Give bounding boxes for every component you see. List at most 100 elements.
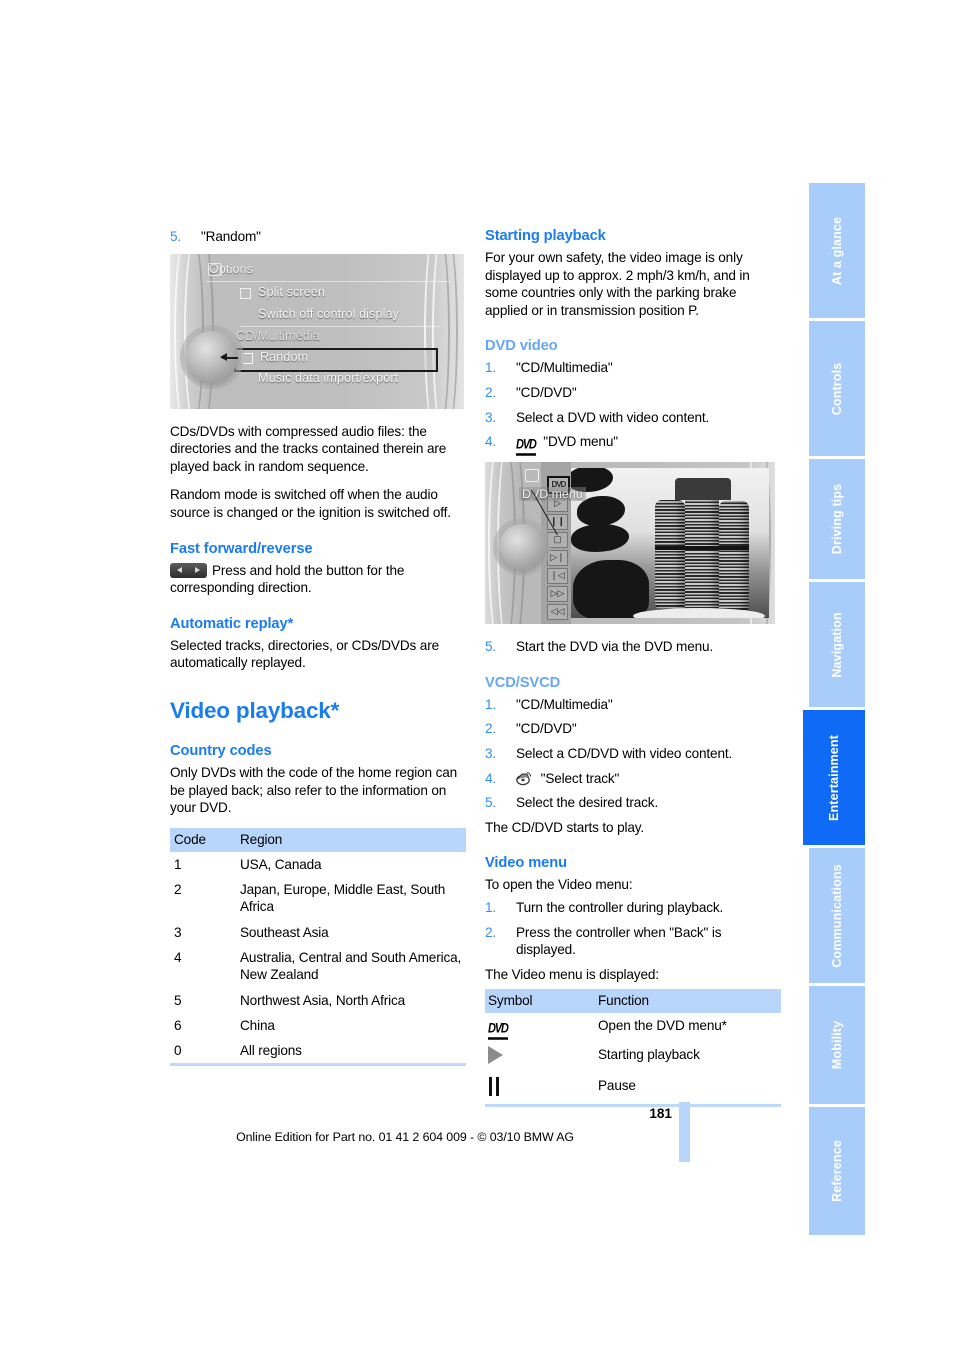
options-item-3[interactable]: Random [260, 350, 308, 364]
tower-base-plaza [633, 608, 765, 619]
dvd-step-1: 1. "CD/Multimedia" [485, 359, 781, 377]
play-icon [488, 1046, 503, 1065]
select-track-icon [516, 771, 533, 786]
random-checkbox[interactable] [242, 352, 253, 364]
table-header-region: Region [240, 827, 466, 852]
cell-code: 2 [174, 882, 182, 898]
dvd-step-4: 4. DVD "DVD menu" [485, 433, 781, 456]
table-row: 2 Japan, Europe, Middle East, South Afric… [170, 877, 466, 920]
table-row: DVD Open the DVD menu* [485, 1013, 781, 1042]
cell-code: 0 [174, 1043, 182, 1059]
paragraph-vcd-closing: The CD/DVD starts to play. [485, 819, 645, 835]
cell-code: 3 [174, 924, 182, 940]
cell-region: Australia, Central and South America, Ne… [240, 949, 462, 983]
foliage-shape [573, 560, 649, 619]
paragraph-open-video-menu: To open the Video menu: [485, 877, 633, 893]
split-screen-checkbox[interactable] [240, 287, 251, 299]
heading-video-playback: Video playback* [170, 697, 340, 723]
video-image-area [571, 468, 769, 619]
cell-symbol [485, 1073, 598, 1106]
callout-arrow [220, 352, 227, 361]
paragraph-fast-forward: Press and hold the button for the corres… [170, 562, 466, 597]
step-text: "CD/DVD" [516, 721, 577, 737]
step-text: Select the desired track. [516, 795, 659, 811]
tab-communications[interactable]: Communications [809, 848, 865, 986]
fast-forward-button[interactable]: ▷▷ [547, 586, 568, 603]
tab-driving-tips[interactable]: Driving tips [809, 459, 865, 582]
step-random: 5. "Random" [170, 228, 466, 246]
video-menu-step-2: 2. Press the controller when "Back" is d… [485, 924, 781, 959]
step-number: 3. [485, 409, 497, 425]
footer: Online Edition for Part no. 01 41 2 604 … [0, 1130, 954, 1144]
previous-track-button[interactable]: ❘◁ [547, 568, 568, 585]
dvd-step-2: 2. "CD/DVD" [485, 384, 781, 402]
cell-symbol: DVD [485, 1013, 598, 1042]
step-text: "CD/Multimedia" [516, 696, 613, 712]
step-number: 1. [485, 360, 497, 376]
table-row: 4 Australia, Central and South America, N… [170, 945, 466, 988]
options-gear-icon [525, 469, 539, 483]
vcd-step-4: 4. "Select track" [485, 770, 781, 788]
footer-text: Online Edition for Part no. 01 41 2 604 … [236, 1130, 574, 1144]
manual-page: 5. "Random" Options Split screen Switch … [0, 0, 954, 1350]
heading-automatic-replay: Automatic replay* [170, 615, 294, 632]
options-divider-2 [240, 325, 440, 327]
step-text: Select a CD/DVD with video content. [516, 745, 733, 761]
fast-forward-reverse-button-icon[interactable] [170, 562, 207, 578]
step-number: 2. [485, 384, 497, 400]
tab-reference[interactable]: Reference [809, 1107, 865, 1235]
tab-entertainment[interactable]: Entertainment [803, 710, 865, 848]
cell-code: 5 [174, 992, 182, 1008]
country-table-body: 1 USA, Canada 2 Japan, Europe, Middle East… [170, 852, 466, 1065]
options-item-1[interactable]: Switch off control display [258, 307, 399, 321]
step-number: 1. [485, 899, 497, 915]
dvd-logo-icon: DVD [488, 1022, 509, 1041]
tab-at-a-glance[interactable]: At a glance [809, 183, 865, 321]
table-row: 3 Southeast Asia [170, 920, 466, 945]
tab-label: Controls [830, 362, 844, 415]
left-column: 5. "Random" Options Split screen Switch … [170, 228, 466, 1067]
cell-region: China [240, 1017, 275, 1033]
step-number: 2. [485, 924, 497, 940]
dvd-step-3: 3. Select a DVD with video content. [485, 409, 781, 427]
step-number: 4. [485, 434, 497, 450]
cell-code: 6 [174, 1017, 182, 1033]
foliage-shape [571, 524, 629, 553]
step-number: 3. [485, 745, 497, 761]
tab-label: Navigation [830, 611, 844, 678]
options-title-divider [206, 280, 450, 282]
step-text: Turn the controller during playback. [516, 899, 724, 915]
step-number: 1. [485, 696, 497, 712]
paragraph-random-off: Random mode is switched off when the aud… [170, 487, 451, 520]
options-item-0[interactable]: Split screen [258, 285, 325, 299]
table-header-row: Code Region [170, 827, 466, 852]
step-number: 5. [485, 639, 497, 655]
heading-video-menu: Video menu [485, 855, 567, 872]
options-gear-icon [208, 262, 222, 276]
step-number: 2. [485, 721, 497, 737]
tab-navigation[interactable]: Navigation [809, 582, 865, 710]
tab-label: Entertainment [827, 734, 841, 821]
table-row: Starting playback [485, 1042, 781, 1072]
cell-symbol [485, 1042, 598, 1072]
tab-controls[interactable]: Controls [809, 321, 865, 459]
rewind-button[interactable]: ◁◁ [547, 604, 568, 621]
table-row: 0 All regions [170, 1038, 466, 1065]
tab-mobility[interactable]: Mobility [809, 986, 865, 1107]
bmw-tower-column [655, 500, 685, 611]
tab-label: Reference [830, 1140, 844, 1202]
cell-function: Pause [598, 1077, 636, 1093]
video-menu-step-1: 1. Turn the controller during playback. [485, 899, 781, 917]
dvd-logo-icon: DVD [516, 438, 537, 456]
options-item-2: CD/Multimedia [236, 328, 320, 343]
cell-region: Japan, Europe, Middle East, South Africa [240, 882, 446, 915]
step-text: "Select track" [540, 770, 620, 786]
figure-options-screenshot: Options Split screen Switch off control … [170, 253, 466, 409]
vcd-step-5: 5. Select the desired track. [485, 794, 781, 812]
next-track-button[interactable]: ▷❘ [547, 550, 568, 567]
options-item-4[interactable]: Music data import/export [258, 371, 398, 385]
video-menu-symbol-table: Symbol Function DVD Open the DVD menu* S… [485, 989, 781, 1107]
tower-crown [675, 478, 731, 501]
step-number: 5. [170, 229, 182, 244]
page-number: 181 [649, 1106, 672, 1121]
